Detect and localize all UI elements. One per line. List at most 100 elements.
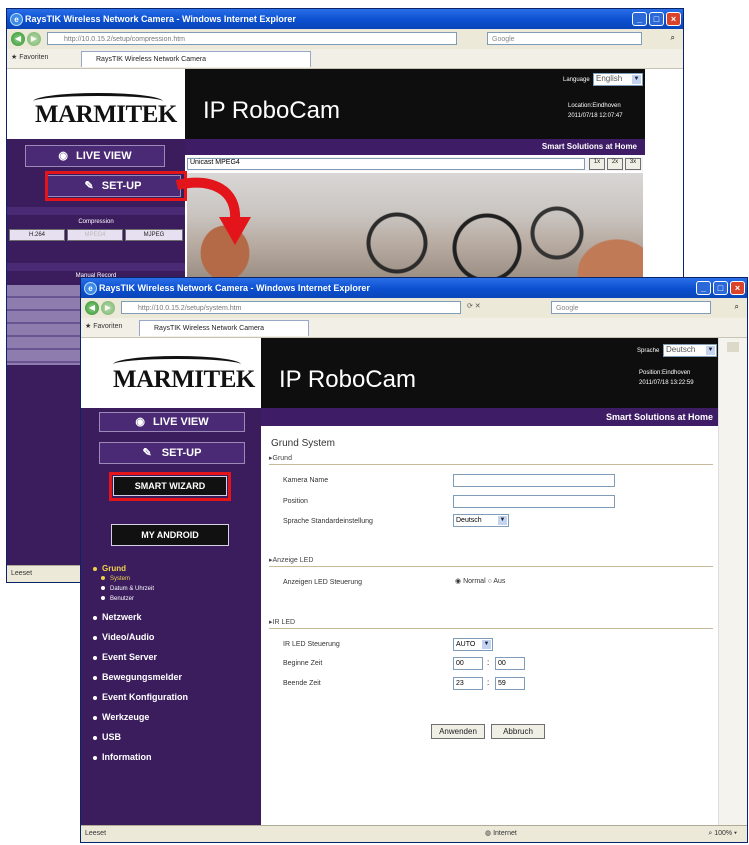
bullet-icon	[93, 735, 97, 740]
front-setup-label: SET-UP	[161, 447, 202, 459]
front-title-bar[interactable]: e RaysTIK Wireless Network Camera - Wind…	[81, 278, 747, 298]
front-language-label: Sprache	[637, 348, 660, 354]
kamera-name-input[interactable]	[453, 474, 615, 487]
front-url-input[interactable]: http://10.0.15.2/setup/system.htm	[121, 301, 461, 314]
ir-steuerung-select[interactable]: AUTO ▼	[453, 638, 493, 651]
menu-netzwerk[interactable]: Netzwerk	[93, 612, 142, 622]
minimize-icon[interactable]: _	[696, 281, 711, 295]
zoom-control[interactable]: ⌕ 100% ▾	[708, 826, 737, 842]
refresh-icon[interactable]: ⟳ ✕	[467, 302, 481, 310]
zoom-label: 100%	[714, 830, 733, 837]
section-grund-label: Grund	[272, 455, 292, 462]
back-live-view-button[interactable]: ◉ LIVE VIEW	[25, 145, 165, 167]
ir-steuerung-value: AUTO	[456, 641, 476, 648]
chevron-down-icon: ▼	[632, 75, 641, 84]
back-url-input[interactable]: http://10.0.15.2/setup/compression.htm	[47, 32, 457, 45]
apply-button[interactable]: Anwenden	[431, 724, 485, 739]
front-language-select[interactable]: Deutsch ▼	[663, 344, 717, 357]
search-icon[interactable]: ⌕	[671, 33, 675, 43]
forward-arrow-icon[interactable]: ▶	[27, 32, 41, 46]
menu-werkzeuge[interactable]: Werkzeuge	[93, 712, 149, 722]
eye-icon: ◉	[135, 416, 145, 428]
back-setup-highlight	[45, 171, 187, 201]
my-android-button[interactable]: MY ANDROID	[111, 524, 229, 546]
back-arrow-icon[interactable]: ◀	[85, 301, 99, 315]
menu-grund[interactable]: Grund	[93, 564, 126, 573]
menu-datum[interactable]: Datum & Uhrzeit	[101, 586, 154, 592]
front-live-view-button[interactable]: ◉ LIVE VIEW	[99, 412, 245, 432]
scroll-up-icon[interactable]	[727, 342, 739, 352]
minimize-icon[interactable]: _	[632, 12, 647, 26]
front-status-bar: Leeset ◍ Internet ⌕ 100% ▾	[81, 825, 747, 842]
front-datetime: 2011/07/18 13:22:59	[639, 380, 694, 386]
beende-hour-input[interactable]: 23	[453, 677, 483, 690]
bullet-icon	[93, 635, 97, 640]
front-search-input[interactable]: Google	[551, 301, 711, 314]
codec-mpeg4-button[interactable]: MPEG4	[67, 229, 123, 241]
back-status-text: Leeset	[11, 570, 33, 577]
maximize-icon[interactable]: □	[713, 281, 728, 295]
back-divider	[7, 207, 185, 215]
position-input[interactable]	[453, 495, 615, 508]
menu-event-server[interactable]: Event Server	[93, 652, 157, 662]
back-search-input[interactable]: Google	[487, 32, 642, 45]
menu-grund-label: Grund	[102, 564, 126, 573]
back-arrow-icon[interactable]: ◀	[11, 32, 25, 46]
section-divider	[269, 464, 713, 465]
back-title-bar[interactable]: e RaysTIK Wireless Network Camera - Wind…	[7, 9, 683, 29]
chevron-down-icon: ▼	[706, 346, 715, 355]
menu-video-audio[interactable]: Video/Audio	[93, 632, 154, 642]
menu-usb[interactable]: USB	[93, 732, 121, 742]
menu-information[interactable]: Information	[93, 752, 152, 762]
marmitek-logo: MARMITEK	[35, 101, 177, 128]
beginn-minute-input[interactable]: 00	[495, 657, 525, 670]
favorites-star-icon[interactable]: ★ Favoriten	[85, 322, 122, 330]
maximize-icon[interactable]: □	[649, 12, 664, 26]
menu-event-konfiguration[interactable]: Event Konfiguration	[93, 692, 188, 702]
menu-bewegungsmelder[interactable]: Bewegungsmelder	[93, 672, 182, 682]
front-setup-button[interactable]: ✎ SET-UP	[99, 442, 245, 464]
favorites-label[interactable]: Favoriten	[19, 54, 48, 61]
front-live-view-label: LIVE VIEW	[152, 416, 209, 428]
front-browser-tab[interactable]: RaysTIK Wireless Network Camera	[139, 320, 309, 336]
codec-h264-button[interactable]: H.264	[9, 229, 65, 241]
front-favorites-bar: ★ Favoriten RaysTIK Wireless Network Cam…	[81, 318, 747, 338]
back-logo-area: MARMITEK	[7, 69, 185, 139]
front-browser-window: e RaysTIK Wireless Network Camera - Wind…	[80, 277, 748, 843]
back-header: IP RoboCam Language English ▼ Location:Ei…	[185, 69, 645, 139]
close-icon[interactable]: ×	[666, 12, 681, 26]
menu-datum-label: Datum & Uhrzeit	[110, 586, 155, 592]
back-location: Location:Eindhoven	[568, 103, 621, 109]
radio-normal-icon[interactable]: ◉	[455, 578, 461, 585]
back-window-title: RaysTIK Wireless Network Camera - Window…	[25, 14, 296, 24]
bullet-icon	[93, 715, 97, 720]
beende-minute-input[interactable]: 59	[495, 677, 525, 690]
back-datetime: 2011/07/18 12:07:47	[568, 113, 623, 119]
bullet-icon	[93, 615, 97, 620]
sprache-select[interactable]: Deutsch ▼	[453, 514, 509, 527]
beginn-hour-input[interactable]: 00	[453, 657, 483, 670]
bullet-icon	[101, 586, 105, 591]
front-header: IP RoboCam Sprache Deutsch ▼ Position:Ein…	[261, 338, 719, 408]
back-language-select[interactable]: English ▼	[593, 73, 643, 86]
search-icon[interactable]: ⌕	[735, 302, 739, 312]
bullet-icon	[101, 596, 105, 601]
menu-usb-label: USB	[102, 732, 122, 742]
snapshot-button[interactable]: 1x	[589, 158, 605, 170]
cancel-button[interactable]: Abbruch	[491, 724, 545, 739]
page-title: Grund System	[271, 438, 335, 449]
menu-benutzer-label: Benutzer	[110, 596, 135, 602]
menu-benutzer[interactable]: Benutzer	[101, 596, 134, 602]
favorites-star-icon[interactable]: ★ Favoriten	[11, 53, 48, 61]
zoom-3x-button[interactable]: 3x	[625, 158, 641, 170]
zoom-2x-button[interactable]: 2x	[607, 158, 623, 170]
radio-aus-icon[interactable]: ○	[488, 578, 492, 585]
forward-arrow-icon[interactable]: ▶	[101, 301, 115, 315]
close-icon[interactable]: ×	[730, 281, 745, 295]
vertical-scrollbar[interactable]	[718, 338, 747, 826]
back-browser-tab[interactable]: RaysTIK Wireless Network Camera	[81, 51, 311, 67]
back-language-value: English	[596, 74, 623, 83]
menu-system[interactable]: System	[101, 576, 130, 582]
favorites-label[interactable]: Favoriten	[93, 323, 122, 330]
beginn-zeit-label: Beginne Zeit	[283, 660, 323, 667]
